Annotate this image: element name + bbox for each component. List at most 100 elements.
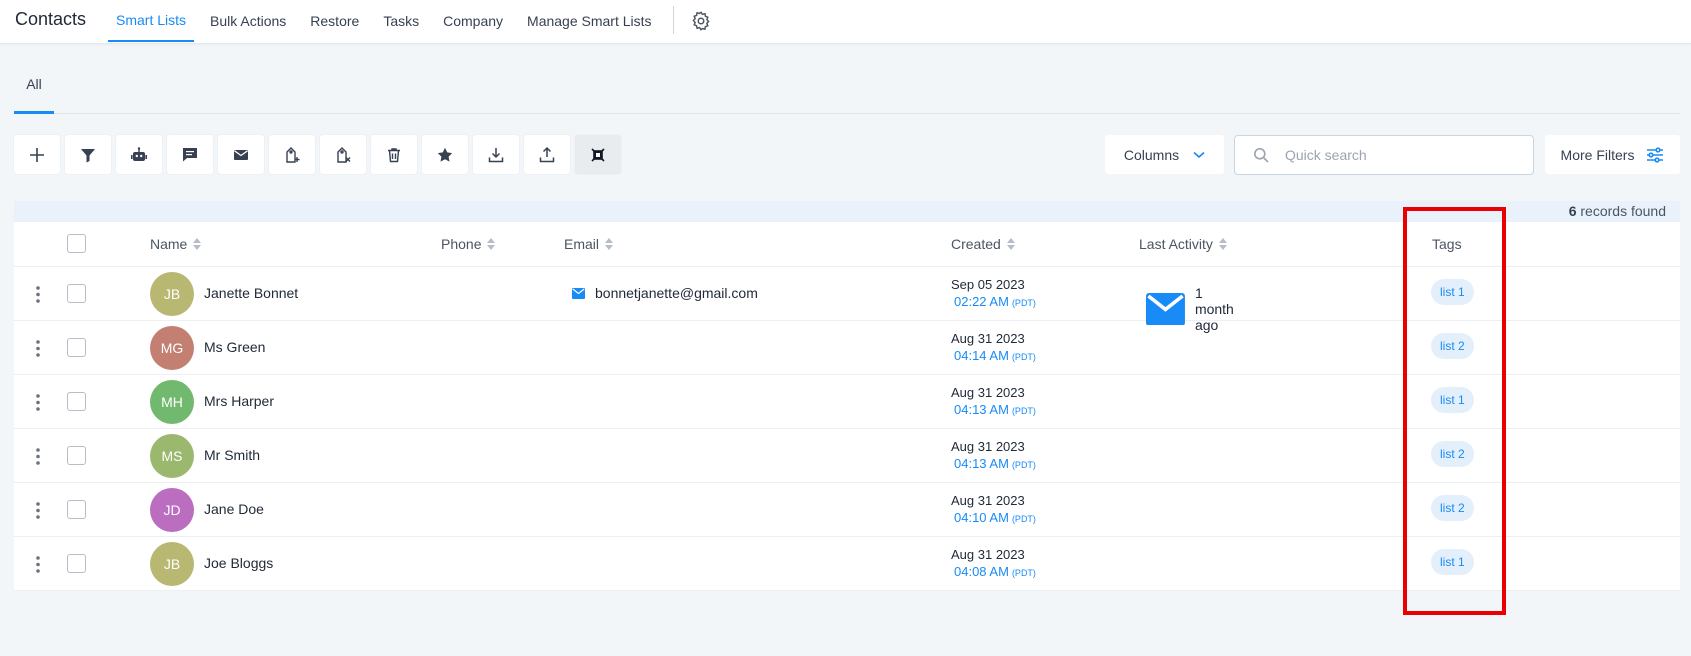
contact-name[interactable]: Mr Smith (204, 447, 260, 463)
avatar[interactable]: MH (150, 380, 194, 424)
row-menu-icon[interactable] (36, 340, 40, 357)
action-toolbar (14, 135, 626, 174)
sort-icon (1218, 238, 1227, 250)
contact-name[interactable]: Ms Green (204, 339, 265, 355)
row-menu-icon[interactable] (36, 394, 40, 411)
nav-bulk-actions[interactable]: Bulk Actions (202, 0, 294, 42)
table-row[interactable]: JB Joe Bloggs Aug 31 2023 04:08 AM (PDT) list… (14, 537, 1680, 591)
header-created-label: Created (951, 236, 1001, 252)
created-date: Aug 31 2023 (951, 493, 1025, 508)
created-time-value: 04:08 AM (954, 564, 1009, 579)
table-row[interactable]: MS Mr Smith Aug 31 2023 04:13 AM (PDT) list 2 (14, 429, 1680, 483)
favorite-button[interactable] (422, 135, 468, 174)
merge-button[interactable] (575, 135, 621, 174)
created-date: Aug 31 2023 (951, 547, 1025, 562)
row-checkbox[interactable] (67, 392, 86, 411)
filter-icon (81, 148, 95, 162)
created-time-value: 02:22 AM (954, 294, 1009, 309)
avatar[interactable]: JB (150, 542, 194, 586)
avatar[interactable]: JD (150, 488, 194, 532)
column-email-header[interactable]: Email (564, 236, 614, 252)
contacts-table: Name Phone Email Created Last Activity T… (14, 222, 1680, 591)
contact-email-text: bonnetjanette@gmail.com (595, 285, 758, 301)
table-row[interactable]: MH Mrs Harper Aug 31 2023 04:13 AM (PDT) list… (14, 375, 1680, 429)
tag-badge[interactable]: list 1 (1431, 549, 1474, 575)
table-row[interactable]: MG Ms Green Aug 31 2023 04:14 AM (PDT) list 2 (14, 321, 1680, 375)
created-time: 04:08 AM (PDT) (954, 564, 1036, 579)
contact-name[interactable]: Jane Doe (204, 501, 264, 517)
column-last-activity-header[interactable]: Last Activity (1139, 236, 1228, 252)
sort-icon (193, 238, 202, 250)
tag-badge[interactable]: list 2 (1431, 441, 1474, 467)
timezone-label: (PDT) (1011, 514, 1036, 524)
row-checkbox[interactable] (67, 338, 86, 357)
search-input[interactable] (1285, 147, 1525, 163)
add-tag-button[interactable] (269, 135, 315, 174)
column-created-header[interactable]: Created (951, 236, 1016, 252)
nav-smart-lists[interactable]: Smart Lists (108, 0, 195, 42)
select-all-checkbox[interactable] (67, 234, 86, 253)
workflow-button[interactable] (116, 135, 162, 174)
remove-tag-button[interactable] (320, 135, 366, 174)
columns-dropdown[interactable]: Columns (1105, 135, 1224, 174)
row-menu-icon[interactable] (36, 502, 40, 519)
contact-name[interactable]: Joe Bloggs (204, 555, 273, 571)
smart-list-tabs: All (14, 66, 1680, 114)
tag-badge[interactable]: list 2 (1431, 495, 1474, 521)
records-suffix: records found (1580, 203, 1666, 219)
row-checkbox[interactable] (67, 500, 86, 519)
header-phone-label: Phone (441, 236, 482, 252)
export-icon (539, 146, 555, 162)
send-email-button[interactable] (218, 135, 264, 174)
created-time: 04:13 AM (PDT) (954, 456, 1036, 471)
tag-badge[interactable]: list 2 (1431, 333, 1474, 359)
sort-icon (605, 238, 614, 250)
created-time-value: 04:10 AM (954, 510, 1009, 525)
avatar[interactable]: MG (150, 326, 194, 370)
nav-restore[interactable]: Restore (302, 0, 367, 42)
gear-icon[interactable] (690, 10, 712, 32)
row-checkbox[interactable] (67, 554, 86, 573)
row-checkbox[interactable] (67, 446, 86, 465)
header-tags-label: Tags (1432, 236, 1462, 252)
top-bar: Contacts Smart Lists Bulk Actions Restor… (0, 0, 1691, 44)
created-time: 04:14 AM (PDT) (954, 348, 1036, 363)
mail-icon (572, 287, 585, 299)
tag-badge[interactable]: list 1 (1431, 387, 1474, 413)
row-menu-icon[interactable] (36, 448, 40, 465)
column-name-header[interactable]: Name (150, 236, 202, 252)
contact-email[interactable]: bonnetjanette@gmail.com (572, 285, 758, 301)
created-date: Sep 05 2023 (951, 277, 1025, 292)
filter-button[interactable] (65, 135, 111, 174)
column-phone-header[interactable]: Phone (441, 236, 496, 252)
tag-badge[interactable]: list 1 (1431, 279, 1474, 305)
header-name-label: Name (150, 236, 188, 252)
row-checkbox[interactable] (67, 284, 86, 303)
nav-tasks[interactable]: Tasks (375, 0, 427, 42)
header-last-activity-label: Last Activity (1139, 236, 1213, 252)
export-button[interactable] (524, 135, 570, 174)
nav-manage-smart-lists[interactable]: Manage Smart Lists (519, 0, 660, 42)
avatar[interactable]: JB (150, 272, 194, 316)
created-time-value: 04:13 AM (954, 456, 1009, 471)
nav-company[interactable]: Company (435, 0, 511, 42)
row-menu-icon[interactable] (36, 556, 40, 573)
more-filters-button[interactable]: More Filters (1545, 135, 1680, 174)
table-row[interactable]: JD Jane Doe Aug 31 2023 04:10 AM (PDT) list 2 (14, 483, 1680, 537)
quick-search (1234, 135, 1534, 175)
row-menu-icon[interactable] (36, 286, 40, 303)
star-icon (437, 147, 453, 162)
created-date: Aug 31 2023 (951, 439, 1025, 454)
delete-button[interactable] (371, 135, 417, 174)
avatar[interactable]: MS (150, 434, 194, 478)
contact-name[interactable]: Mrs Harper (204, 393, 274, 409)
add-contact-button[interactable] (14, 135, 60, 174)
tab-all[interactable]: All (14, 66, 54, 114)
table-row[interactable]: JB Janette Bonnet bonnetjanette@gmail.com S… (14, 267, 1680, 333)
robot-icon (131, 146, 147, 161)
import-button[interactable] (473, 135, 519, 174)
contact-name[interactable]: Janette Bonnet (204, 285, 298, 301)
created-time-value: 04:14 AM (954, 348, 1009, 363)
send-sms-button[interactable] (167, 135, 213, 174)
import-icon (488, 147, 504, 162)
